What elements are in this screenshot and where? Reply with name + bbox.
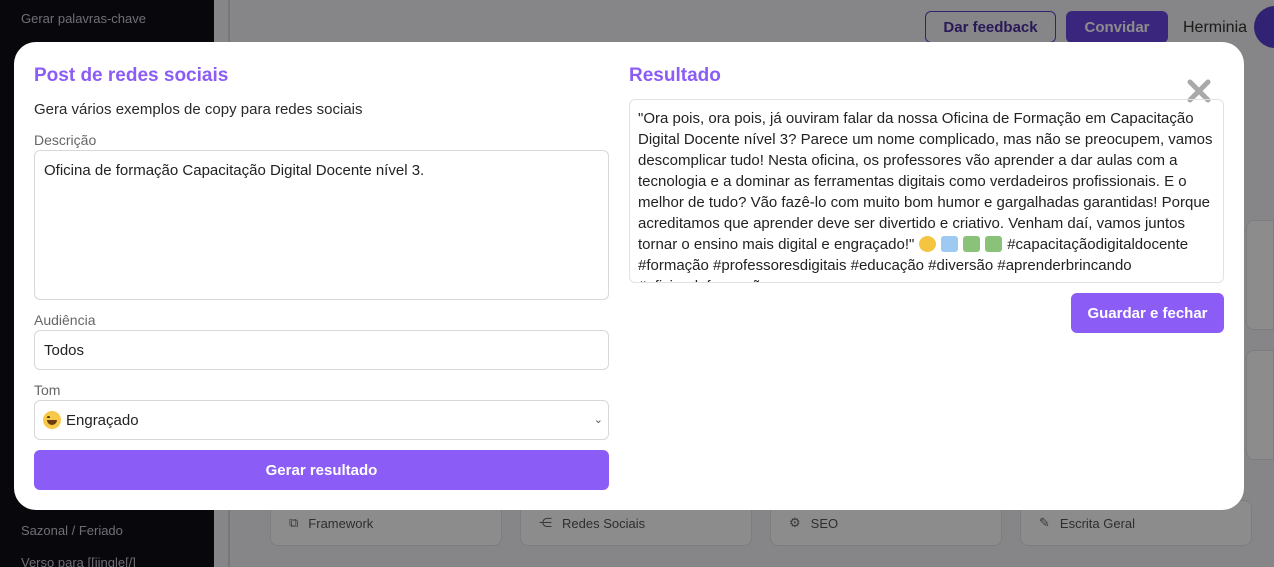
result-output[interactable]: "Ora pois, ora pois, já ouviram falar da…: [629, 99, 1224, 283]
audience-field[interactable]: Todos: [34, 330, 609, 370]
result-text: "Ora pois, ora pois, já ouviram falar da…: [638, 110, 1213, 253]
grinning-face-icon: [43, 411, 61, 429]
save-and-close-button[interactable]: Guardar e fechar: [1071, 293, 1224, 333]
modal-title: Post de redes sociais: [34, 65, 229, 86]
audience-label: Audiência: [34, 312, 96, 328]
rocket-icon: [940, 236, 958, 252]
description-field[interactable]: Oficina de formação Capacitação Digital …: [34, 150, 609, 300]
result-title: Resultado: [629, 65, 721, 86]
tone-label: Tom: [34, 382, 61, 398]
teacher-icon: [962, 236, 980, 252]
audience-value: Todos: [44, 341, 85, 359]
chevron-down-icon: ⌄: [593, 414, 603, 426]
teacher-icon: [985, 236, 1003, 252]
modal-subtitle: Gera vários exemplos de copy para redes …: [34, 101, 363, 118]
tongue-face-icon: [918, 236, 936, 252]
tone-select[interactable]: Engraçado ⌄: [34, 400, 609, 440]
social-post-modal: Post de redes sociais Gera vários exempl…: [14, 42, 1244, 510]
tone-value: Engraçado: [66, 411, 139, 429]
generate-result-button[interactable]: Gerar resultado: [34, 450, 609, 490]
description-label: Descrição: [34, 132, 97, 148]
